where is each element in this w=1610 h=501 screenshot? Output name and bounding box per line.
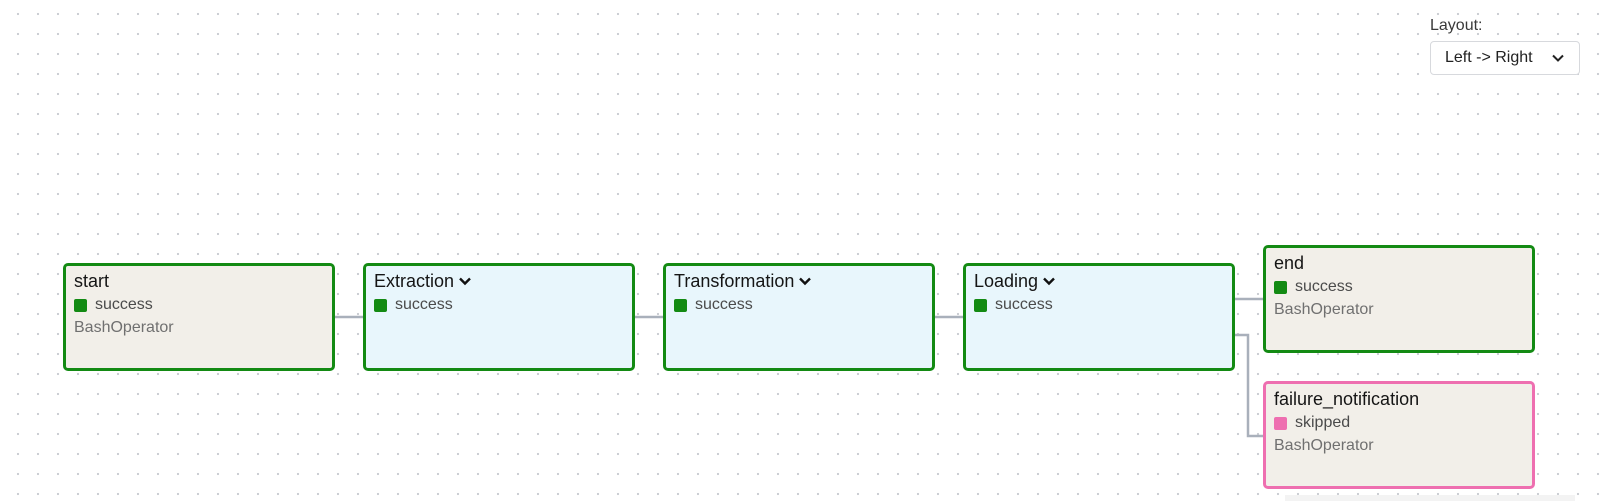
scroll-strip	[1285, 495, 1575, 501]
chevron-down-icon[interactable]	[458, 274, 472, 288]
node-title: Loading	[974, 270, 1224, 292]
node-status-text: success	[1295, 278, 1353, 295]
node-title: start	[74, 271, 110, 291]
node-status-text: success	[695, 296, 753, 313]
node-status: success	[374, 295, 624, 315]
task-node-end[interactable]: end success BashOperator	[1263, 245, 1535, 353]
node-status-text: success	[95, 296, 153, 313]
group-node-transformation[interactable]: Transformation success	[663, 263, 935, 371]
group-node-extraction[interactable]: Extraction success	[363, 263, 635, 371]
status-success-icon	[1274, 280, 1287, 294]
node-status: skipped	[1274, 413, 1524, 433]
node-title: failure_notification	[1274, 389, 1420, 409]
node-title-text: Transformation	[674, 271, 795, 291]
node-operator: BashOperator	[1274, 301, 1374, 318]
node-status-text: success	[395, 296, 453, 313]
status-skipped-icon	[1274, 416, 1287, 430]
status-success-icon	[974, 298, 987, 312]
chevron-down-icon[interactable]	[798, 274, 812, 288]
node-title: Transformation	[674, 270, 924, 292]
chevron-down-icon[interactable]	[1042, 274, 1056, 288]
edge-loading-failure	[1233, 333, 1263, 438]
task-node-failure-notification[interactable]: failure_notification skipped BashOperato…	[1263, 381, 1535, 489]
node-status: success	[974, 295, 1224, 315]
status-success-icon	[374, 298, 387, 312]
node-status-text: skipped	[1295, 414, 1351, 431]
node-title-text: Extraction	[374, 271, 455, 291]
node-status: success	[74, 295, 324, 315]
status-success-icon	[74, 298, 87, 312]
task-node-start[interactable]: start success BashOperator	[63, 263, 335, 371]
status-success-icon	[674, 298, 687, 312]
node-operator: BashOperator	[1274, 437, 1374, 454]
node-status: success	[1274, 277, 1524, 297]
node-title-text: Loading	[974, 271, 1039, 291]
node-operator: BashOperator	[74, 319, 174, 336]
node-status: success	[674, 295, 924, 315]
node-title: end	[1274, 253, 1305, 273]
node-title: Extraction	[374, 270, 624, 292]
node-status-text: success	[995, 296, 1053, 313]
group-node-loading[interactable]: Loading success	[963, 263, 1235, 371]
